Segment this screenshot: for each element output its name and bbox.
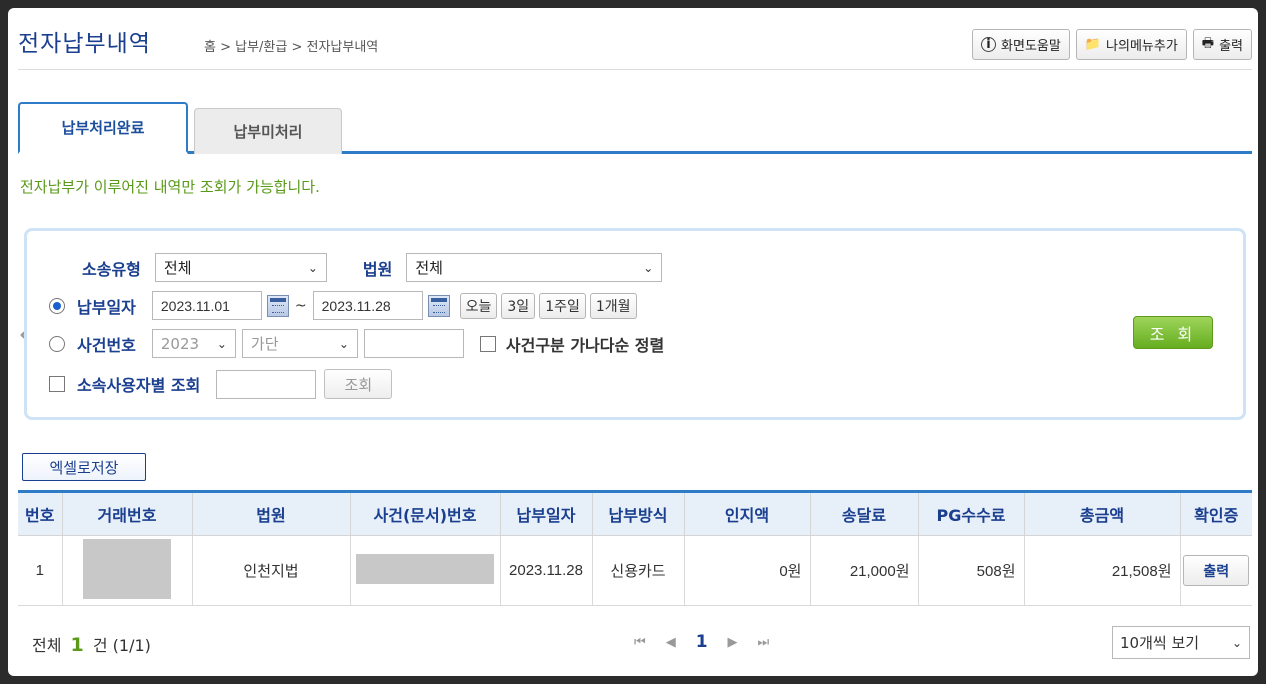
user-filter-input[interactable]: [216, 369, 317, 399]
current-page[interactable]: 1: [696, 632, 708, 652]
pay-date-label: 납부일자: [77, 297, 136, 317]
case-no-label: 사건번호: [77, 335, 136, 355]
case-year-value: 2023: [160, 334, 200, 353]
cell-stamp-fee: 0원: [683, 535, 810, 606]
printer-icon: 🖶: [1201, 35, 1215, 51]
cell-case-no: [349, 535, 500, 606]
col-court: 법원: [191, 490, 350, 536]
chevron-down-icon: ⌄: [216, 336, 227, 351]
court-label: 법원: [362, 259, 393, 279]
quick-1month-button[interactable]: 1개월: [589, 292, 637, 319]
total-suffix: 건 (1/1): [92, 636, 151, 655]
total-number: 1: [70, 634, 84, 656]
tab-unpaid[interactable]: 납부미처리: [194, 108, 342, 154]
help-label: 화면도움말: [1001, 39, 1061, 54]
cell-total: 21,508원: [1023, 535, 1180, 606]
print-page-button[interactable]: 🖶 출력: [1192, 29, 1252, 60]
total-count: 전체 1 건 (1/1): [32, 632, 151, 656]
payment-table: 번호 거래번호 법원 사건(문서)번호 납부일자 납부방식 인지액 송달료 PG…: [18, 490, 1252, 606]
case-number-input[interactable]: [363, 329, 464, 358]
search-button[interactable]: 조 회: [1133, 316, 1213, 349]
table-header-row: 번호 거래번호 법원 사건(문서)번호 납부일자 납부방식 인지액 송달료 PG…: [18, 490, 1252, 536]
folder-add-icon: 📁: [1084, 37, 1102, 52]
print-page-label: 출력: [1219, 39, 1243, 54]
receipt-print-button[interactable]: 출력: [1183, 555, 1250, 586]
breadcrumb: 홈 > 납부/환급 > 전자납부내역: [204, 40, 379, 55]
first-page-icon[interactable]: ⏮: [634, 635, 646, 650]
notice-text: 전자납부가 이루어진 내역만 조회가 가능합니다.: [20, 178, 320, 196]
cell-receipt: 출력: [1179, 535, 1252, 606]
last-page-icon[interactable]: ⏭: [758, 635, 770, 650]
col-case-no: 사건(문서)번호: [349, 490, 500, 536]
add-menu-label: 나의메뉴추가: [1106, 39, 1178, 54]
col-receipt: 확인증: [1179, 490, 1252, 536]
chevron-down-icon: ⌄: [643, 260, 654, 275]
case-no-radio[interactable]: [49, 335, 65, 352]
pagination: ⏮ ◀ 1 ▶ ⏭: [634, 632, 769, 652]
prev-page-icon[interactable]: ◀: [666, 635, 676, 650]
page-size-value: 10개씩 보기: [1120, 634, 1200, 652]
col-no: 번호: [18, 490, 62, 536]
chevron-down-icon: ⌄: [338, 336, 349, 351]
cell-transaction-no: [61, 535, 192, 606]
header-divider: [18, 69, 1252, 70]
col-delivery-fee: 송달료: [809, 490, 918, 536]
case-type-label: 소송유형: [82, 259, 141, 279]
pay-date-radio[interactable]: [49, 297, 65, 314]
app-frame: 전자납부내역 홈 > 납부/환급 > 전자납부내역 i 화면도움말 📁 나의메뉴…: [8, 8, 1258, 676]
col-pg-fee: PG수수료: [917, 490, 1024, 536]
case-type-value: 전체: [163, 259, 192, 277]
date-to-input[interactable]: 2023.11.28: [312, 291, 423, 320]
cell-delivery-fee: 21,000원: [809, 535, 918, 606]
court-select[interactable]: 전체 ⌄: [406, 253, 663, 282]
info-icon: i: [981, 37, 997, 52]
date-separator: ~: [294, 297, 307, 314]
header-actions: i 화면도움말 📁 나의메뉴추가 🖶 출력: [972, 29, 1252, 60]
case-kind-select[interactable]: 가단 ⌄: [241, 329, 358, 358]
col-stamp-fee: 인지액: [683, 490, 810, 536]
user-filter-checkbox[interactable]: [49, 376, 65, 392]
col-pay-date: 납부일자: [499, 490, 592, 536]
col-total: 총금액: [1023, 490, 1180, 536]
sort-label: 사건구분 가나다순 정렬: [505, 335, 665, 355]
cell-court: 인천지법: [191, 535, 350, 606]
user-search-button[interactable]: 조회: [324, 369, 393, 399]
chevron-down-icon: ⌄: [1231, 635, 1242, 650]
sort-checkbox[interactable]: [479, 335, 496, 352]
table-row[interactable]: 1 인천지법 2023.11.28 신용카드 0원 21,000원 508원 2…: [18, 535, 1252, 606]
col-transaction-no: 거래번호: [61, 490, 192, 536]
cell-pay-method: 신용카드: [591, 535, 684, 606]
quick-today-button[interactable]: 오늘: [459, 292, 498, 319]
quick-1week-button[interactable]: 1주일: [539, 292, 586, 319]
case-kind-value: 가단: [250, 335, 279, 353]
total-prefix: 전체: [32, 636, 62, 655]
case-year-select[interactable]: 2023 ⌄: [151, 329, 236, 358]
tab-bar: 납부처리완료 납부미처리: [18, 102, 1252, 154]
chevron-down-icon: ⌄: [307, 260, 318, 275]
redacted-block: [356, 553, 494, 584]
date-from-input[interactable]: 2023.11.01: [151, 291, 262, 320]
cell-no: 1: [18, 535, 62, 606]
calendar-icon[interactable]: [266, 294, 289, 317]
next-page-icon[interactable]: ▶: [728, 635, 738, 650]
help-button[interactable]: i 화면도움말: [972, 29, 1070, 60]
cell-pg-fee: 508원: [917, 535, 1024, 606]
quick-3days-button[interactable]: 3일: [501, 292, 536, 319]
excel-export-button[interactable]: 엑셀로저장: [22, 453, 146, 481]
page-size-select[interactable]: 10개씩 보기 ⌄: [1112, 626, 1250, 659]
search-panel: 소송유형 전체 ⌄ 법원 전체 ⌄ 납부일자 2023.11.01 ~ 2023…: [24, 228, 1246, 420]
cell-pay-date: 2023.11.28: [499, 535, 592, 606]
calendar-icon[interactable]: [427, 294, 450, 317]
add-menu-button[interactable]: 📁 나의메뉴추가: [1075, 29, 1187, 60]
tab-paid[interactable]: 납부처리완료: [18, 102, 188, 154]
case-type-select[interactable]: 전체 ⌄: [154, 253, 327, 282]
page-title: 전자납부내역: [18, 31, 151, 57]
col-pay-method: 납부방식: [591, 490, 684, 536]
redacted-block: [83, 538, 171, 599]
user-filter-label: 소속사용자별 조회: [77, 376, 201, 395]
court-value: 전체: [415, 259, 443, 277]
